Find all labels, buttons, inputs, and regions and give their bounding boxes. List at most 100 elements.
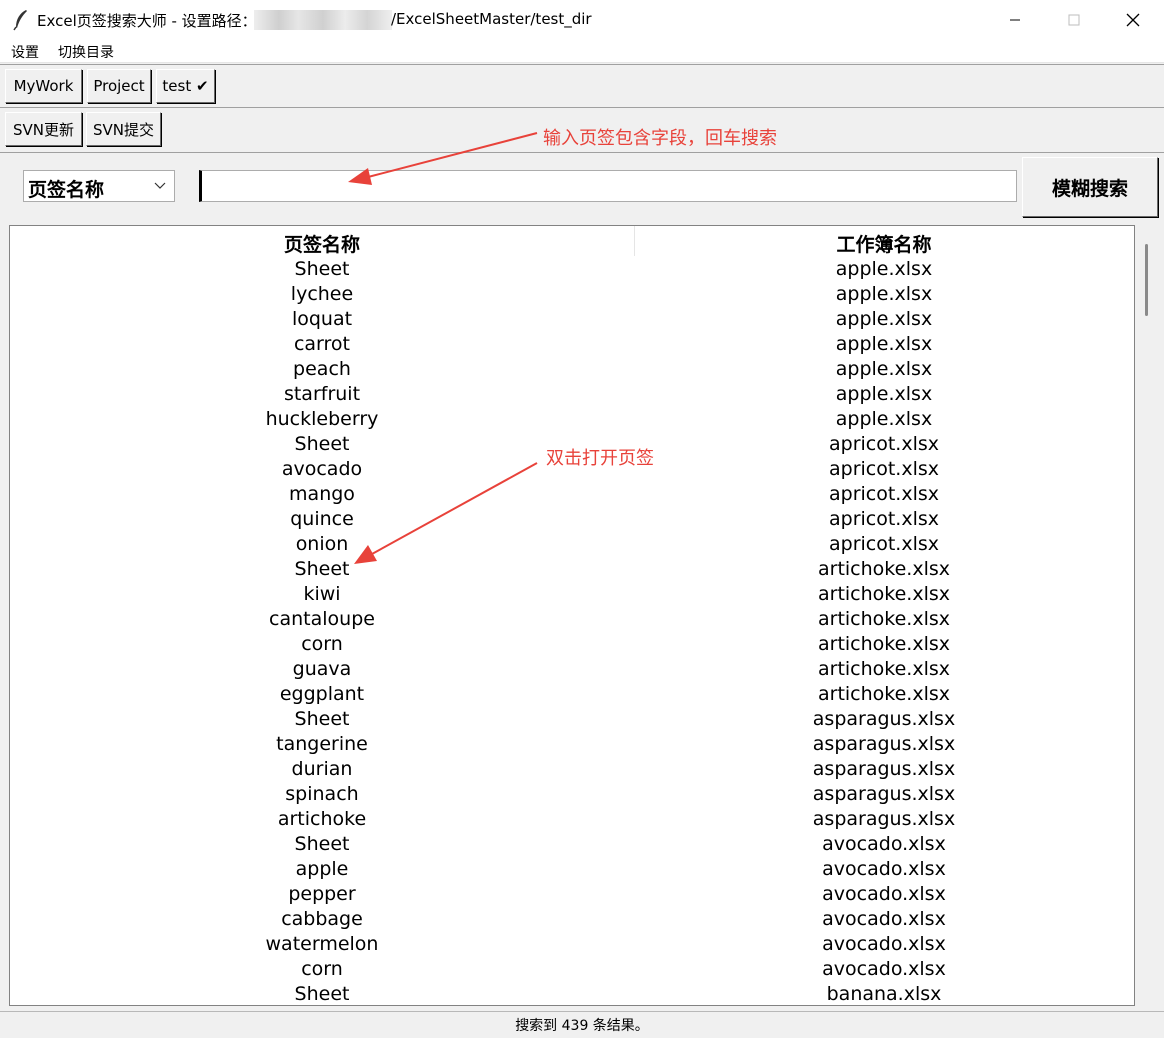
title-bar: Excel页签搜索大师 - 设置路径： /ExcelSheetMaster/te… [0,0,1164,41]
fuzzy-search-button[interactable]: 模糊搜索 [1022,157,1158,217]
table-row[interactable]: lychee apple.xlsx [10,282,1134,307]
cell-workbook-name: artichoke.xlsx [817,608,951,630]
table-row[interactable]: peach apple.xlsx [10,357,1134,382]
cell-sheet-name: spinach [285,783,359,805]
cell-workbook-name: apricot.xlsx [828,483,940,505]
scrollbar-thumb[interactable] [1145,244,1148,316]
close-icon [1126,13,1140,27]
table-row[interactable]: loquat apple.xlsx [10,307,1134,332]
table-row[interactable]: durian asparagus.xlsx [10,757,1134,782]
cell-sheet-name: quince [290,508,354,530]
cell-sheet-name: lychee [290,283,354,305]
blurred-path-segment [254,10,392,30]
cell-workbook-name: avocado.xlsx [822,833,946,855]
annotation-open-hint: 双击打开页签 [546,448,654,469]
results-table[interactable]: 页签名称 工作簿名称 Sheet apple.xlsx lychee apple.xl… [9,225,1135,1006]
cell-workbook-name: avocado.xlsx [822,908,946,930]
cell-workbook-name: apricot.xlsx [828,433,940,455]
menu-switch-directory[interactable]: 切换目录 [58,42,114,62]
cell-workbook-name: apple.xlsx [835,283,933,305]
table-row[interactable]: apple avocado.xlsx [10,857,1134,882]
table-row[interactable]: tangerine asparagus.xlsx [10,732,1134,757]
table-row[interactable]: watermelon avocado.xlsx [10,932,1134,957]
cell-sheet-name: Sheet [294,433,350,455]
cell-sheet-name: corn [301,958,343,980]
table-row[interactable]: kiwi artichoke.xlsx [10,582,1134,607]
cell-workbook-name: asparagus.xlsx [812,758,956,780]
chevron-down-icon [154,182,166,189]
cell-workbook-name: asparagus.xlsx [812,708,956,730]
table-row[interactable]: Sheet asparagus.xlsx [10,707,1134,732]
cell-sheet-name: watermelon [265,933,379,955]
cell-sheet-name: loquat [291,308,353,330]
close-button[interactable] [1104,0,1162,40]
workspace-test-button[interactable]: test ✔ [156,69,215,103]
table-row[interactable]: Sheet banana.xlsx [10,982,1134,1005]
table-body: Sheet apple.xlsx lychee apple.xlsx loquat app… [10,257,1134,1005]
table-row[interactable]: onion apricot.xlsx [10,532,1134,557]
menu-settings[interactable]: 设置 [11,42,39,62]
annotation-search-hint: 输入页签包含字段，回车搜索 [543,128,777,149]
maximize-button[interactable] [1045,0,1103,40]
cell-sheet-name: pepper [288,883,356,905]
column-header-workbook-name[interactable]: 工作簿名称 [634,230,1134,257]
cell-workbook-name: apple.xlsx [835,358,933,380]
workspace-project-button[interactable]: Project [87,69,151,103]
feather-app-icon [13,10,27,31]
cell-workbook-name: apricot.xlsx [828,533,940,555]
table-row[interactable]: cantaloupe artichoke.xlsx [10,607,1134,632]
vertical-scrollbar[interactable] [1138,225,1155,1006]
table-row[interactable]: artichoke asparagus.xlsx [10,807,1134,832]
cell-workbook-name: banana.xlsx [826,983,942,1005]
cell-sheet-name: Sheet [294,833,350,855]
table-row[interactable]: quince apricot.xlsx [10,507,1134,532]
cell-sheet-name: apple [295,858,349,880]
cell-sheet-name: cabbage [281,908,363,930]
maximize-icon [1068,14,1080,26]
table-row[interactable]: starfruit apple.xlsx [10,382,1134,407]
search-input[interactable] [199,170,1017,202]
cell-sheet-name: carrot [293,333,351,355]
window-title-path: /ExcelSheetMaster/test_dir [391,10,592,28]
table-row[interactable]: eggplant artichoke.xlsx [10,682,1134,707]
window-title: Excel页签搜索大师 - 设置路径： [37,12,257,30]
svn-update-button[interactable]: SVN更新 [5,112,82,146]
cell-sheet-name: onion [295,533,349,555]
column-header-sheet-name[interactable]: 页签名称 [10,230,634,257]
cell-workbook-name: artichoke.xlsx [817,683,951,705]
cell-sheet-name: tangerine [276,733,368,755]
table-row[interactable]: corn avocado.xlsx [10,957,1134,982]
table-row[interactable]: corn artichoke.xlsx [10,632,1134,657]
workspace-mywork-button[interactable]: MyWork [5,69,82,103]
workspace-toolbar: MyWork Project test ✔ [0,64,1164,108]
cell-sheet-name: Sheet [294,708,350,730]
table-row[interactable]: Sheet artichoke.xlsx [10,557,1134,582]
table-row[interactable]: Sheet apple.xlsx [10,257,1134,282]
table-row[interactable]: mango apricot.xlsx [10,482,1134,507]
cell-workbook-name: artichoke.xlsx [817,658,951,680]
table-row[interactable]: pepper avocado.xlsx [10,882,1134,907]
cell-sheet-name: guava [292,658,352,680]
cell-workbook-name: artichoke.xlsx [817,558,951,580]
cell-sheet-name: corn [301,633,343,655]
table-row[interactable]: cabbage avocado.xlsx [10,907,1134,932]
cell-sheet-name: durian [291,758,353,780]
cell-sheet-name: Sheet [294,258,350,280]
table-row[interactable]: huckleberry apple.xlsx [10,407,1134,432]
minimize-button[interactable] [986,0,1044,40]
table-row[interactable]: Sheet avocado.xlsx [10,832,1134,857]
cell-sheet-name: artichoke [277,808,367,830]
cell-sheet-name: mango [289,483,355,505]
cell-sheet-name: peach [293,358,351,380]
cell-workbook-name: avocado.xlsx [822,858,946,880]
table-row[interactable]: carrot apple.xlsx [10,332,1134,357]
search-field-select-value: 页签名称 [28,179,105,201]
cell-workbook-name: avocado.xlsx [822,883,946,905]
cell-sheet-name: eggplant [279,683,365,705]
cell-workbook-name: avocado.xlsx [822,933,946,955]
table-row[interactable]: spinach asparagus.xlsx [10,782,1134,807]
svn-commit-button[interactable]: SVN提交 [86,112,161,146]
search-field-select[interactable]: 页签名称 [23,170,175,202]
cell-workbook-name: apple.xlsx [835,383,933,405]
table-row[interactable]: guava artichoke.xlsx [10,657,1134,682]
